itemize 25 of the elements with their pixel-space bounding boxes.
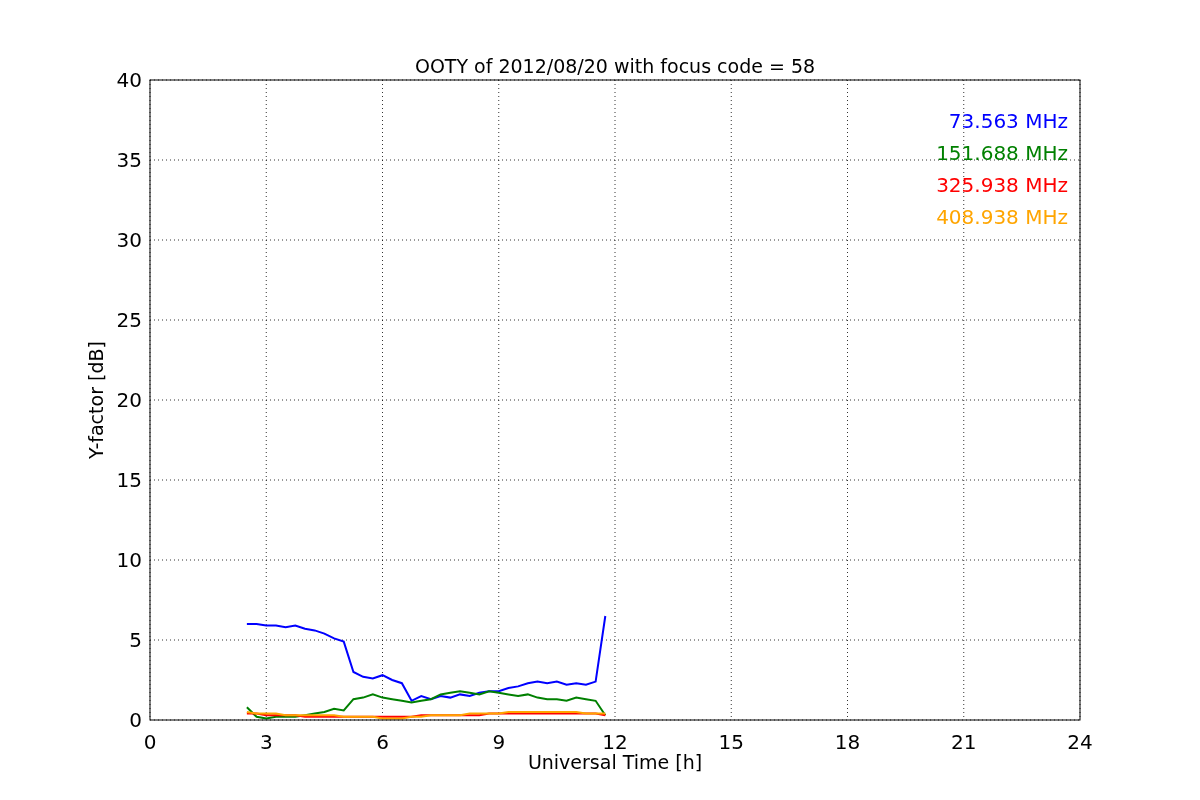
tick-label: 25 xyxy=(116,308,142,332)
tick-label: 35 xyxy=(116,148,142,172)
tick-label: 15 xyxy=(116,468,142,492)
legend-label: 73.563 MHz xyxy=(948,109,1068,133)
tick-label: 6 xyxy=(376,730,389,754)
y-axis-label: Y-factor [dB] xyxy=(85,341,107,459)
tick-label: 21 xyxy=(951,730,977,754)
tick-label: 10 xyxy=(116,548,142,572)
legend-label: 325.938 MHz xyxy=(936,173,1068,197)
tick-label: 0 xyxy=(143,730,157,754)
tick-label: 15 xyxy=(718,730,744,754)
chart-title: OOTY of 2012/08/20 with focus code = 58 xyxy=(414,55,816,77)
x-axis-label: Universal Time [h] xyxy=(527,751,703,773)
tick-label: 30 xyxy=(116,228,142,252)
legend-label: 408.938 MHz xyxy=(936,205,1068,229)
tick-label: 9 xyxy=(492,730,506,754)
tick-label: 12 xyxy=(602,730,628,754)
tick-label: 24 xyxy=(1067,730,1093,754)
tick-label: 40 xyxy=(116,68,142,92)
legend-label: 151.688 MHz xyxy=(936,141,1068,165)
tick-label: 3 xyxy=(259,730,273,754)
tick-label: 18 xyxy=(834,730,861,754)
tick-label: 0 xyxy=(129,708,142,732)
tick-label: 5 xyxy=(129,628,142,652)
tick-label: 20 xyxy=(116,388,142,412)
